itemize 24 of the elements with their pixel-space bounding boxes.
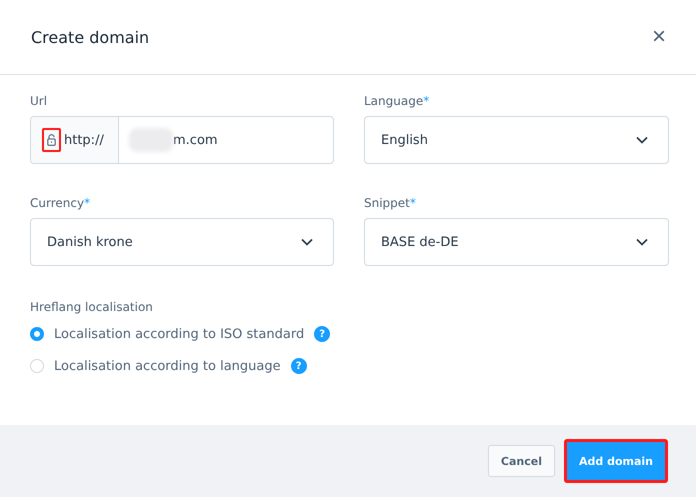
dialog-title: Create domain xyxy=(31,28,150,46)
field-label: Snippet* xyxy=(364,196,417,210)
field-label: Currency* xyxy=(30,196,92,210)
cancel-button[interactable]: Cancel xyxy=(488,445,555,477)
select-value: English xyxy=(381,132,428,148)
select-field[interactable]: English xyxy=(364,116,669,164)
radio-button[interactable] xyxy=(30,327,44,341)
group-label: Hreflang localisation xyxy=(30,300,154,314)
url-value: m.com xyxy=(173,132,218,148)
chevron-down-icon xyxy=(636,136,648,144)
close-button[interactable]: × xyxy=(652,25,666,49)
url-field[interactable]: http:// m.com xyxy=(30,116,334,164)
select-field[interactable]: Danish krone xyxy=(30,218,334,266)
select-value: BASE de-DE xyxy=(381,234,459,250)
radio-label: Localisation according to language xyxy=(54,358,281,374)
lock-icon xyxy=(47,134,56,146)
select-value: Danish krone xyxy=(47,234,133,250)
field-label: Language* xyxy=(364,94,430,108)
chevron-down-icon xyxy=(301,238,313,246)
url-prefix: http:// xyxy=(64,132,104,148)
chevron-down-icon xyxy=(636,238,648,246)
radio-label: Localisation according to ISO standard xyxy=(54,326,304,342)
field-label: Url xyxy=(30,94,48,108)
select-field[interactable]: BASE de-DE xyxy=(364,218,669,266)
